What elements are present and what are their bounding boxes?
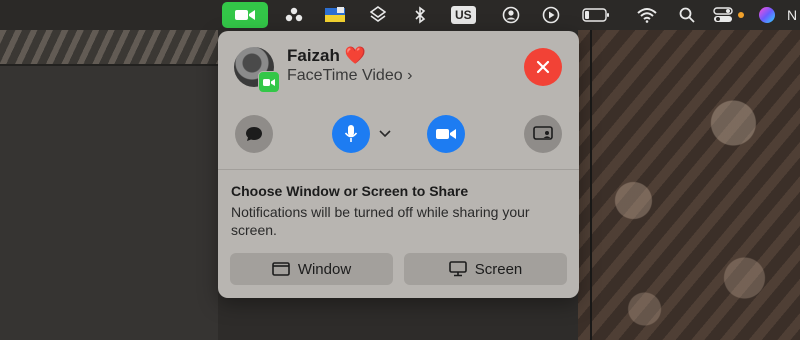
flag-icon[interactable] [322,0,348,30]
wifi-icon[interactable] [636,0,658,30]
menu-bar: US N [0,0,800,30]
chevron-right-icon: › [407,67,413,84]
notification-dot [737,0,745,30]
play-circle-icon[interactable] [540,0,562,30]
heart-emoji: ❤️ [344,46,366,65]
microphone-button[interactable] [332,115,370,153]
facetime-badge-icon [258,71,280,93]
bluetooth-icon[interactable] [410,0,430,30]
menu-bar-overflow: N [786,7,798,23]
call-type-label: FaceTime Video [287,67,403,84]
end-call-button[interactable] [524,48,562,86]
camera-button[interactable] [427,115,465,153]
window-icon [272,262,290,276]
camera-icon [436,129,456,139]
message-button[interactable] [235,115,273,153]
share-screen-label: Screen [474,260,523,278]
microphone-icon [344,125,358,142]
share-description: Notifications will be turned off while s… [231,204,530,238]
call-type-link[interactable]: FaceTime Video › [287,67,412,85]
siri-icon[interactable] [756,0,778,30]
people-icon[interactable] [284,0,304,30]
search-icon[interactable] [677,0,697,30]
share-screen-icon [533,126,553,140]
control-center-icon[interactable] [711,0,735,30]
window-edge [590,30,592,340]
facetime-call-panel: Faizah ❤️ FaceTime Video › Choose Window… [218,31,579,298]
layers-icon[interactable] [368,0,388,30]
message-icon [246,127,262,141]
desktop-background-left [0,30,218,340]
close-icon [536,60,550,74]
contact-name-text: Faizah [287,46,340,65]
share-window-button[interactable]: Window [230,253,393,285]
chevron-down-icon[interactable] [377,126,393,142]
share-title: Choose Window or Screen to Share [231,183,469,199]
share-screen-option-button[interactable]: Screen [404,253,567,285]
share-window-label: Window [297,260,352,278]
keyboard-layout[interactable]: US [451,6,476,24]
battery-icon[interactable] [581,0,611,30]
share-screen-button[interactable] [524,115,562,153]
contact-name: Faizah ❤️ [287,46,366,66]
desktop-wallpaper-strip [0,30,218,66]
display-icon [448,261,467,277]
desktop-wallpaper-right [578,30,800,340]
divider [218,169,579,170]
user-circle-icon[interactable] [500,0,522,30]
facetime-video-icon[interactable] [222,2,268,28]
